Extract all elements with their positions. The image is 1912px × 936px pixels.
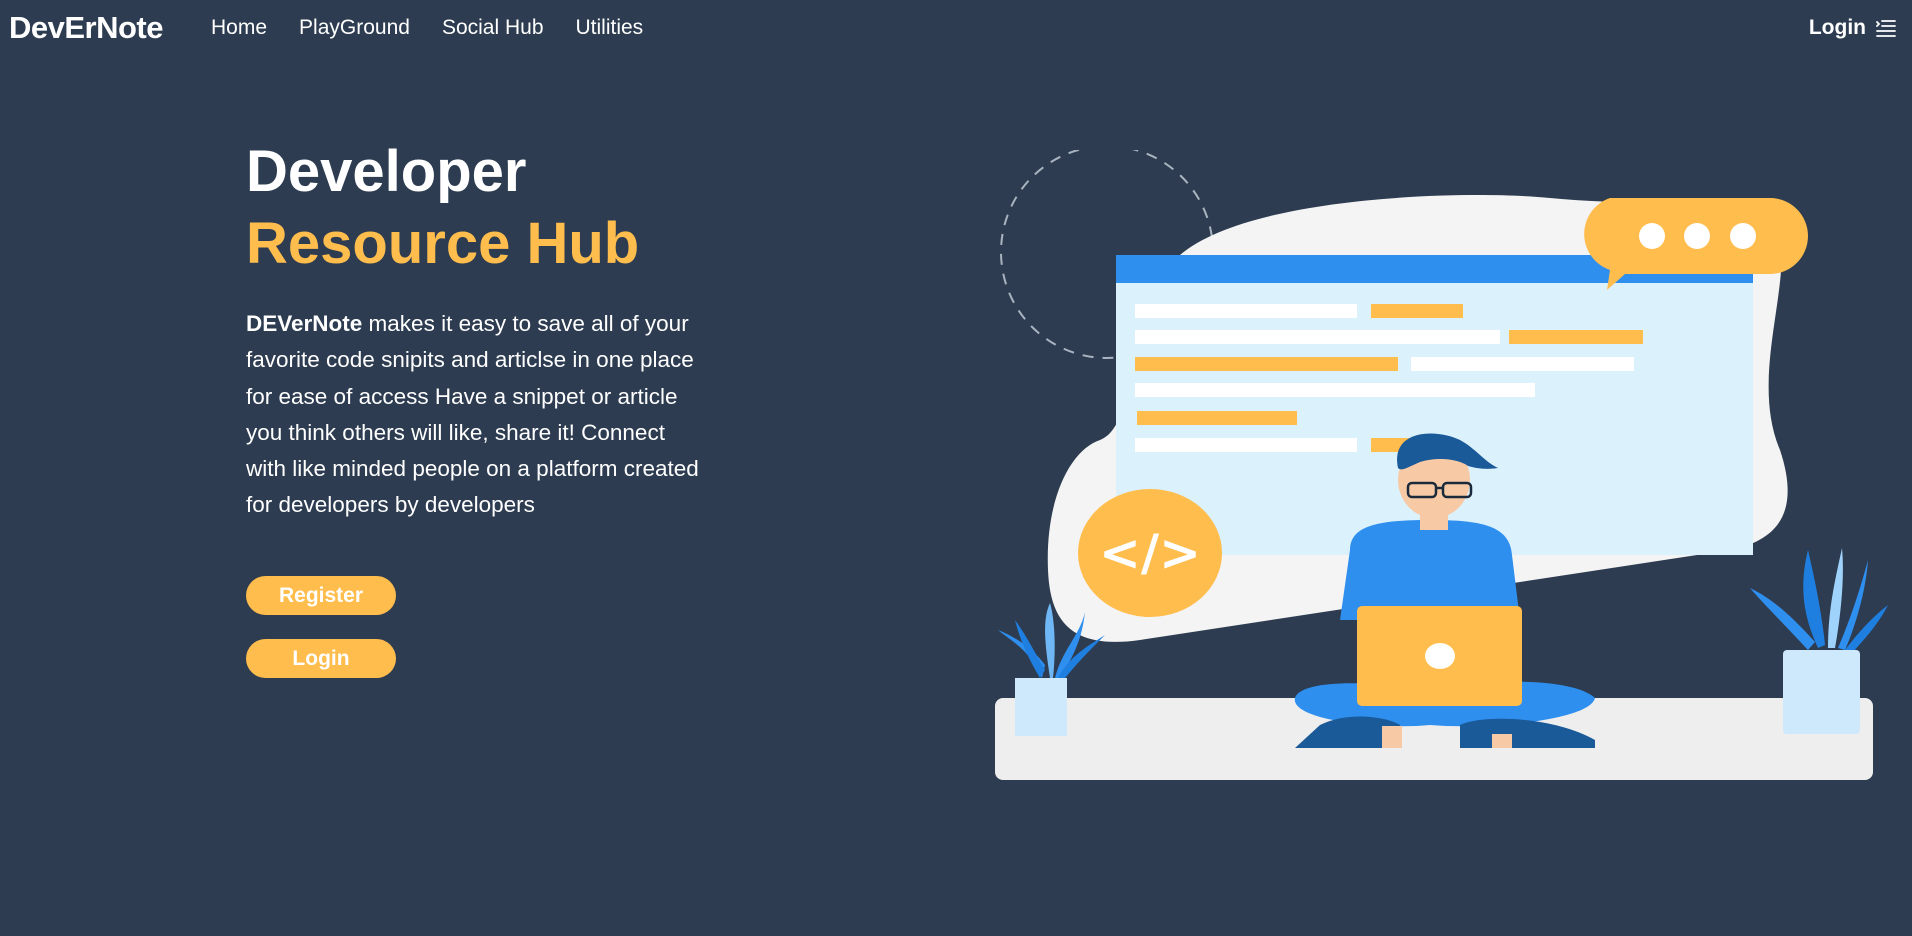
nav-right: Login: [1809, 16, 1896, 40]
brand-logo[interactable]: DevErNote: [9, 10, 164, 46]
nav-link-playground[interactable]: PlayGround: [299, 16, 410, 40]
nav-link-home[interactable]: Home: [211, 16, 267, 40]
nav-link-utilities[interactable]: Utilities: [576, 16, 644, 40]
login-button[interactable]: Login: [246, 639, 396, 678]
description-brand: DEVerNote: [246, 311, 363, 336]
code-badge-icon: </>: [1078, 489, 1222, 617]
description-body: makes it easy to save all of your favori…: [246, 311, 699, 518]
nav-links: Home PlayGround Social Hub Utilities: [211, 16, 675, 40]
register-button[interactable]: Register: [246, 576, 396, 615]
svg-text:</>: </>: [1099, 524, 1201, 582]
hero-text: Developer Resource Hub DEVerNote makes i…: [246, 136, 706, 524]
nav-link-social-hub[interactable]: Social Hub: [442, 16, 544, 40]
navbar: DevErNote Home PlayGround Social Hub Uti…: [0, 0, 1912, 56]
hero-title-line1: Developer: [246, 139, 527, 204]
hero-title-line2: Resource Hub: [246, 211, 640, 276]
developer-illustration: </>: [995, 150, 1888, 780]
hero-description: DEVerNote makes it easy to save all of y…: [246, 306, 701, 524]
nav-login-link[interactable]: Login: [1809, 16, 1866, 40]
menu-lines-icon[interactable]: [1876, 19, 1896, 37]
